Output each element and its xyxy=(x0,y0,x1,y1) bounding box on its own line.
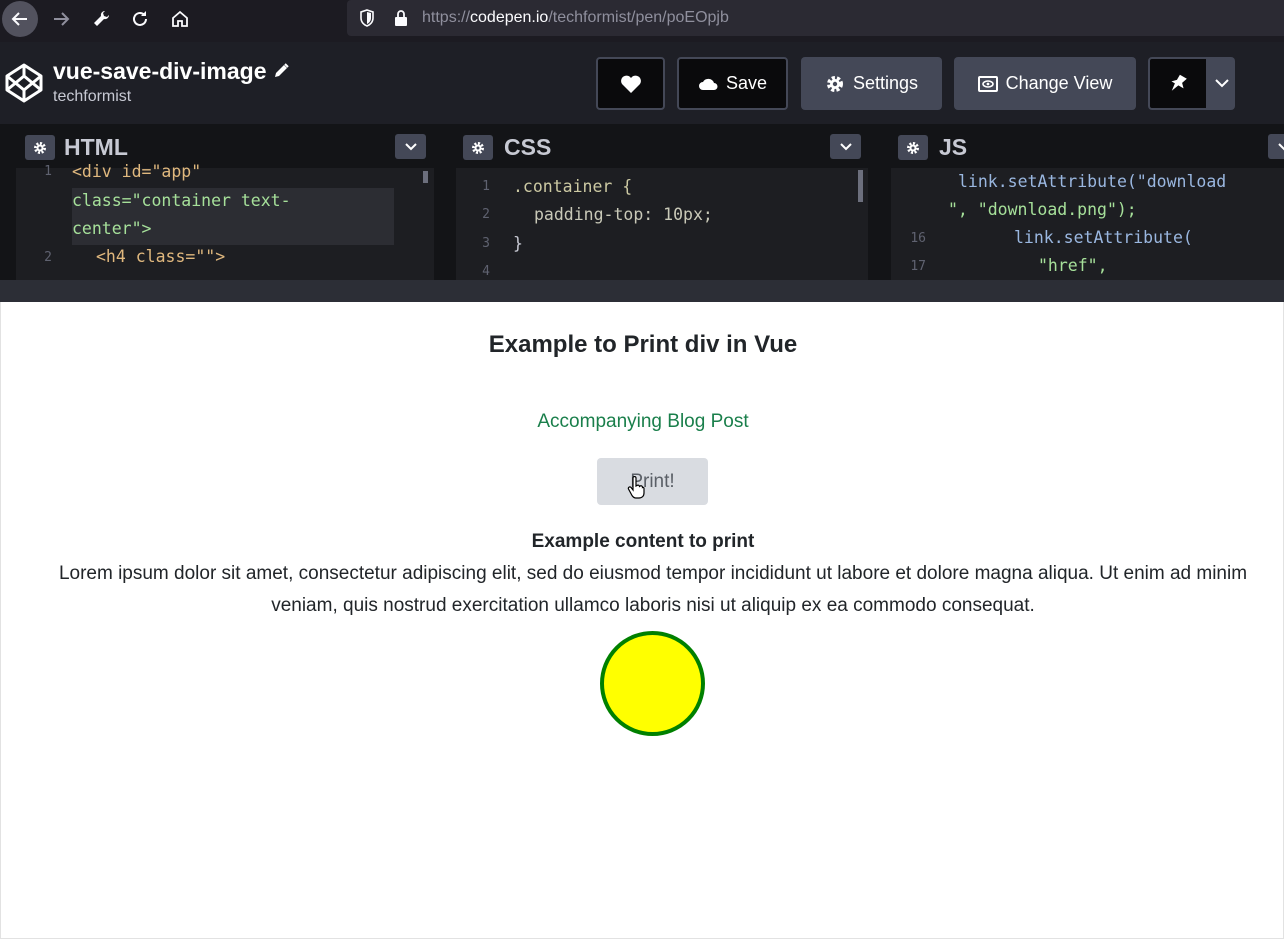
pencil-icon[interactable] xyxy=(272,62,290,80)
chevron-down-icon xyxy=(405,143,417,151)
css-editor-title: CSS xyxy=(504,134,551,161)
arrow-right-icon xyxy=(51,9,71,29)
lock-icon[interactable] xyxy=(393,9,409,27)
js-settings-button[interactable] xyxy=(898,135,928,160)
css-code-area[interactable]: 1 2 3 4 .container { padding-top: 10px; … xyxy=(456,168,868,280)
line-number: 3 xyxy=(468,236,490,251)
editor-panels: HTML 1 2 <div id="app" class="container … xyxy=(0,124,1284,280)
print-button[interactable]: Print! xyxy=(597,458,708,505)
code-line: <div id="app" xyxy=(72,158,201,187)
code-line: link.setAttribute( xyxy=(1014,224,1193,253)
cloud-icon xyxy=(698,77,718,91)
gear-icon xyxy=(906,141,920,155)
arrow-left-icon xyxy=(10,9,30,29)
html-editor-title: HTML xyxy=(64,134,128,161)
code-line: "href", xyxy=(1038,252,1108,280)
css-editor-menu-button[interactable] xyxy=(830,134,861,159)
html-editor-menu-button[interactable] xyxy=(395,134,426,159)
html-settings-button[interactable] xyxy=(25,135,55,160)
codepen-header: vue-save-div-image techformist Save Sett… xyxy=(0,42,1284,124)
url-scheme: https:// xyxy=(422,9,470,26)
pen-author[interactable]: techformist xyxy=(53,88,131,106)
settings-label: Settings xyxy=(853,73,918,94)
change-view-button[interactable]: Change View xyxy=(954,57,1136,110)
js-editor-header: JS xyxy=(891,124,1284,168)
reload-button[interactable] xyxy=(122,1,158,37)
reload-icon xyxy=(130,9,150,29)
blog-post-link-text[interactable]: Accompanying Blog Post xyxy=(537,411,748,432)
heart-icon xyxy=(620,74,642,94)
line-number: 17 xyxy=(904,259,926,274)
blog-post-link: Accompanying Blog Post xyxy=(1,411,1284,433)
url-host: codepen.io xyxy=(470,9,548,26)
change-view-label: Change View xyxy=(1006,73,1113,94)
gear-icon xyxy=(471,141,485,155)
code-line: class="container text- xyxy=(72,187,291,216)
scrollbar[interactable] xyxy=(858,170,863,202)
resize-divider[interactable] xyxy=(0,280,1284,302)
settings-button[interactable]: Settings xyxy=(801,57,942,110)
preview-heading: Example to Print div in Vue xyxy=(1,331,1284,359)
pin-button[interactable] xyxy=(1148,57,1208,110)
css-settings-button[interactable] xyxy=(463,135,493,160)
css-editor: CSS 1 2 3 4 .container { padding-top: 10… xyxy=(456,124,868,280)
browser-toolbar: https://codepen.io/techformist/pen/poEOp… xyxy=(0,0,1284,42)
content-subheading: Example content to print xyxy=(1,531,1284,553)
pen-title[interactable]: vue-save-div-image xyxy=(53,58,266,85)
pin-icon xyxy=(1169,73,1187,95)
chevron-down-icon xyxy=(840,143,852,151)
code-line: center"> xyxy=(72,215,151,244)
home-icon xyxy=(170,9,190,29)
forward-button[interactable] xyxy=(43,1,79,37)
back-button[interactable] xyxy=(2,1,38,37)
line-number: 2 xyxy=(468,207,490,222)
scrollbar[interactable] xyxy=(423,171,428,183)
code-line: .container { xyxy=(513,173,632,202)
hand-cursor-icon xyxy=(627,476,645,500)
url-path: /techformist/pen/poEOpjb xyxy=(548,9,729,26)
html-editor: HTML 1 2 <div id="app" class="container … xyxy=(16,124,434,280)
pin-menu-button[interactable] xyxy=(1208,57,1235,110)
chevron-down-icon xyxy=(1215,79,1229,88)
chevron-down-icon xyxy=(1278,143,1284,151)
home-button[interactable] xyxy=(162,1,198,37)
code-line: ", "download.png"); xyxy=(948,196,1137,225)
codepen-logo-icon[interactable] xyxy=(4,62,44,104)
save-label: Save xyxy=(726,73,767,94)
url-bar[interactable]: https://codepen.io/techformist/pen/poEOp… xyxy=(347,0,1284,36)
js-code-area[interactable]: 16 17 link.setAttribute("download ", "do… xyxy=(891,168,1284,280)
line-number: 4 xyxy=(468,264,490,279)
url-text[interactable]: https://codepen.io/techformist/pen/poEOp… xyxy=(422,9,729,27)
gear-icon xyxy=(33,141,47,155)
line-number: 16 xyxy=(904,231,926,246)
eye-window-icon xyxy=(978,76,998,92)
js-editor-menu-button[interactable] xyxy=(1268,134,1284,159)
tools-button[interactable] xyxy=(83,1,119,37)
html-code-area[interactable]: 1 2 <div id="app" class="container text-… xyxy=(16,168,434,280)
code-line: padding-top: 10px; xyxy=(534,201,713,230)
wrench-icon xyxy=(91,9,111,29)
line-number: 2 xyxy=(30,250,52,265)
code-line: <h4 class=""> xyxy=(96,243,225,272)
gear-icon xyxy=(825,74,845,94)
lorem-paragraph: Lorem ipsum dolor sit amet, consectetur … xyxy=(41,558,1265,622)
love-button[interactable] xyxy=(596,57,665,110)
code-line: } xyxy=(513,230,523,259)
code-line: link.setAttribute("download xyxy=(958,168,1226,197)
yellow-circle xyxy=(600,631,705,736)
js-editor: JS 16 17 link.setAttribute("download ", … xyxy=(891,124,1284,280)
js-editor-title: JS xyxy=(939,134,967,161)
save-button[interactable]: Save xyxy=(677,57,788,110)
line-number: 1 xyxy=(468,179,490,194)
line-number: 1 xyxy=(30,164,52,179)
preview-pane: Example to Print div in Vue Accompanying… xyxy=(0,302,1284,939)
css-editor-header: CSS xyxy=(456,124,868,168)
shield-icon[interactable] xyxy=(359,9,375,27)
